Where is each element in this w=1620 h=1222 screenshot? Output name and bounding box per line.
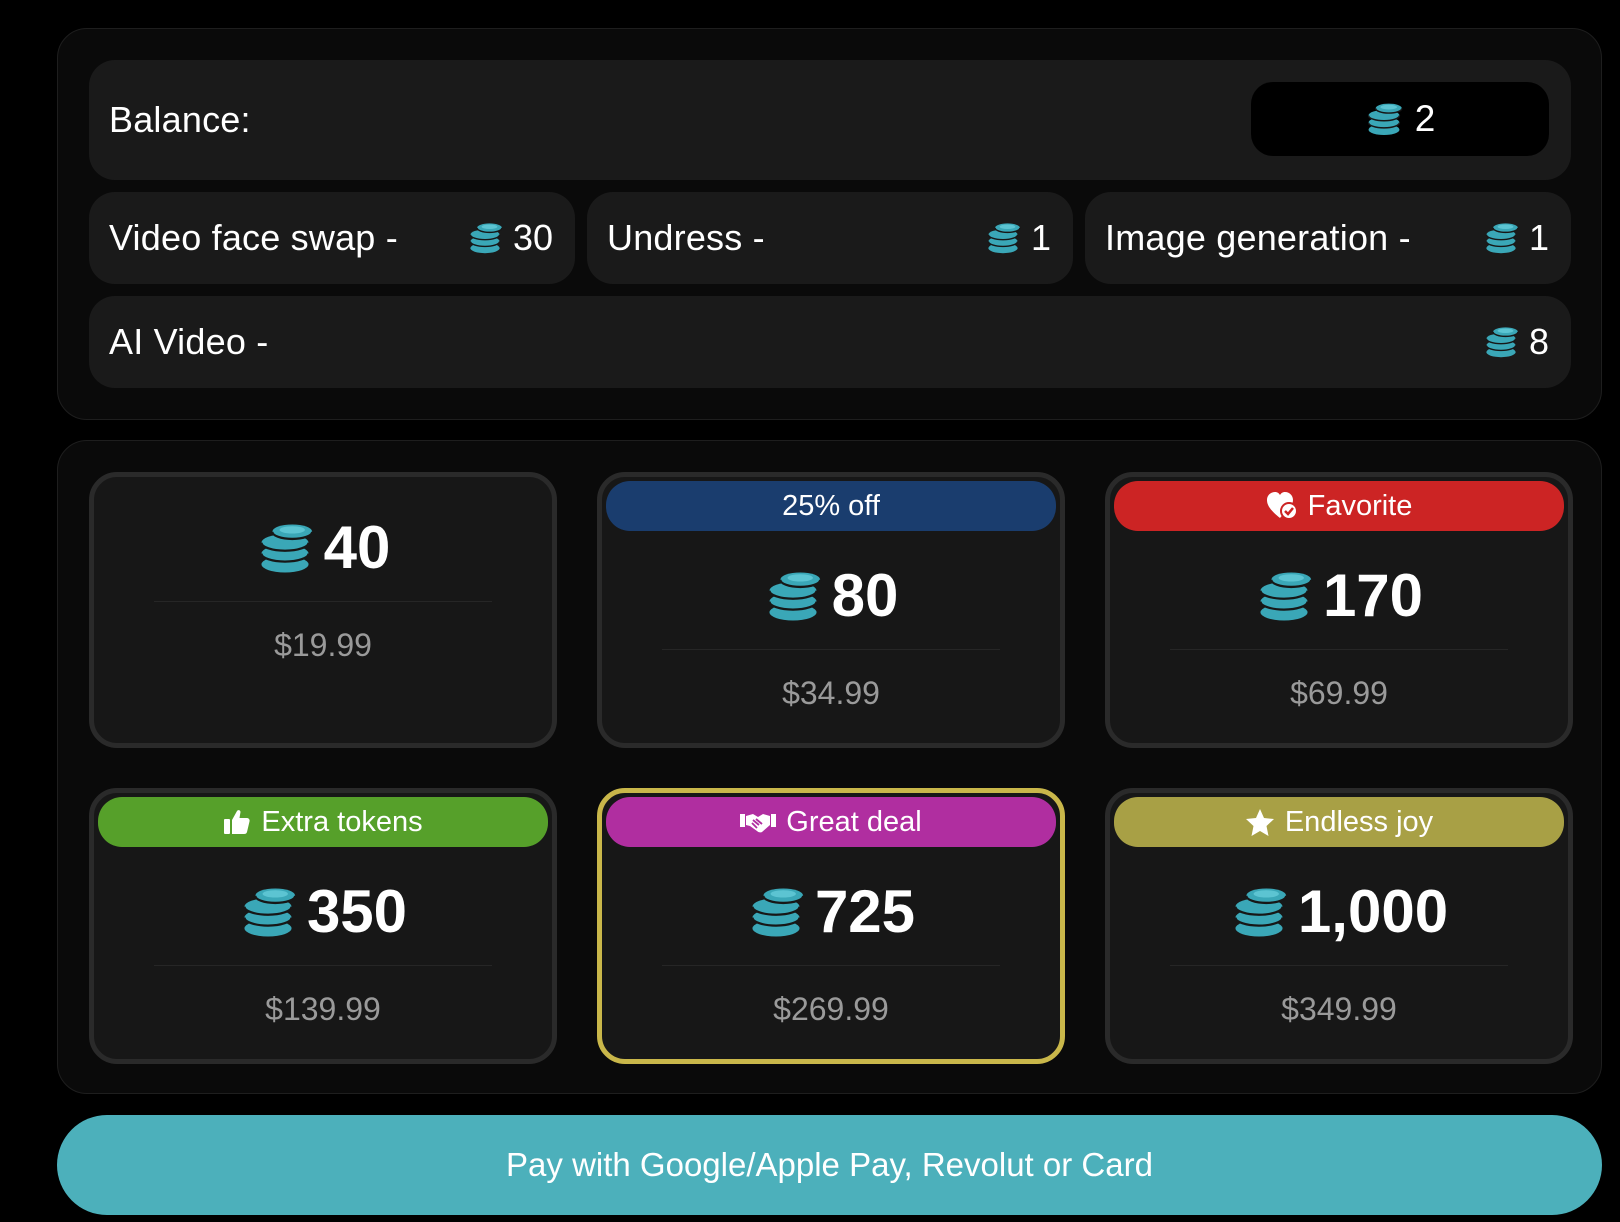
- coins-icon: [1483, 324, 1519, 360]
- cost-value-group: 1: [1483, 217, 1549, 259]
- badge-label: Extra tokens: [261, 805, 423, 838]
- coins-icon: [1365, 100, 1403, 138]
- package-card-350[interactable]: Extra tokens 350 $139.99: [89, 788, 557, 1064]
- package-price: $69.99: [1290, 675, 1388, 711]
- package-amount: 80: [602, 561, 1060, 630]
- coins-icon: [239, 883, 297, 941]
- coins-icon: [256, 519, 314, 577]
- package-amount: 350: [94, 877, 552, 946]
- cost-label: Video face swap -: [109, 217, 398, 258]
- cost-value: 1: [1030, 217, 1051, 258]
- divider: [662, 965, 1000, 966]
- package-badge: Endless joy: [1114, 797, 1564, 847]
- cost-value-group: 8: [1483, 321, 1549, 363]
- balance-label: Balance:: [109, 99, 251, 140]
- divider: [154, 965, 492, 966]
- package-card-170[interactable]: Favorite 170 $69.99: [1105, 472, 1573, 748]
- package-amount-value: 170: [1322, 562, 1424, 629]
- package-card-40[interactable]: 40 $19.99: [89, 472, 557, 748]
- package-amount-value: 725: [814, 878, 916, 945]
- heart-check-icon: [1266, 492, 1298, 520]
- star-icon: [1245, 808, 1274, 836]
- badge-label: 25% off: [782, 489, 880, 522]
- package-card-725[interactable]: Great deal 725 $269.99: [597, 788, 1065, 1064]
- coins-icon: [467, 220, 503, 256]
- badge-label: Great deal: [786, 805, 922, 838]
- cost-label: Image generation -: [1105, 217, 1411, 258]
- costs-panel: Balance: 2 Video face swap - 30 Undress …: [57, 28, 1602, 420]
- cost-row-image-generation: Image generation - 1: [1085, 192, 1571, 284]
- package-amount: 1,000: [1110, 877, 1568, 946]
- package-amount: 170: [1110, 561, 1568, 630]
- badge-label: Favorite: [1307, 489, 1413, 522]
- package-badge: 25% off: [606, 481, 1056, 531]
- package-amount-value: 80: [831, 562, 899, 629]
- handshake-icon: [740, 814, 777, 833]
- cost-value-group: 1: [985, 217, 1051, 259]
- coins-icon: [764, 567, 822, 625]
- coins-icon: [985, 220, 1021, 256]
- package-amount-value: 1,000: [1297, 878, 1449, 945]
- package-price: $34.99: [782, 675, 880, 711]
- balance-value: 2: [1414, 98, 1436, 139]
- package-price: $349.99: [1281, 991, 1397, 1027]
- balance-row: Balance: 2: [89, 60, 1571, 180]
- pay-button[interactable]: Pay with Google/Apple Pay, Revolut or Ca…: [57, 1115, 1602, 1215]
- cost-row-video-face-swap: Video face swap - 30: [89, 192, 575, 284]
- cost-value-group: 30: [467, 217, 553, 259]
- thumbs-up-icon: [224, 810, 251, 834]
- divider: [154, 601, 492, 602]
- package-card-80[interactable]: 25% off 80 $34.99: [597, 472, 1065, 748]
- package-price: $19.99: [274, 627, 372, 663]
- package-card-1000[interactable]: Endless joy 1,000 $349.99: [1105, 788, 1573, 1064]
- package-amount: 40: [94, 513, 552, 582]
- package-amount: 725: [602, 877, 1060, 946]
- package-amount-value: 350: [306, 878, 408, 945]
- cost-value: 30: [512, 217, 553, 258]
- cost-value: 1: [1528, 217, 1549, 258]
- package-badge: Extra tokens: [98, 797, 548, 847]
- package-price: $139.99: [265, 991, 381, 1027]
- coins-icon: [1230, 883, 1288, 941]
- coins-icon: [747, 883, 805, 941]
- cost-row-undress: Undress - 1: [587, 192, 1073, 284]
- coins-icon: [1255, 567, 1313, 625]
- divider: [1170, 649, 1508, 650]
- divider: [662, 649, 1000, 650]
- package-amount-value: 40: [323, 514, 391, 581]
- cost-label: AI Video -: [109, 321, 269, 362]
- package-price: $269.99: [773, 991, 889, 1027]
- coins-icon: [1483, 220, 1519, 256]
- cost-value: 8: [1528, 321, 1549, 362]
- cost-row-ai-video: AI Video - 8: [89, 296, 1571, 388]
- package-badge: Favorite: [1114, 481, 1564, 531]
- package-badge: Great deal: [606, 797, 1056, 847]
- badge-label: Endless joy: [1284, 805, 1434, 838]
- cost-label: Undress -: [607, 217, 765, 258]
- balance-value-box: 2: [1251, 82, 1549, 156]
- packages-panel: 40 $19.99 25% off 80 $34.99 Favorite 170: [57, 440, 1602, 1094]
- divider: [1170, 965, 1508, 966]
